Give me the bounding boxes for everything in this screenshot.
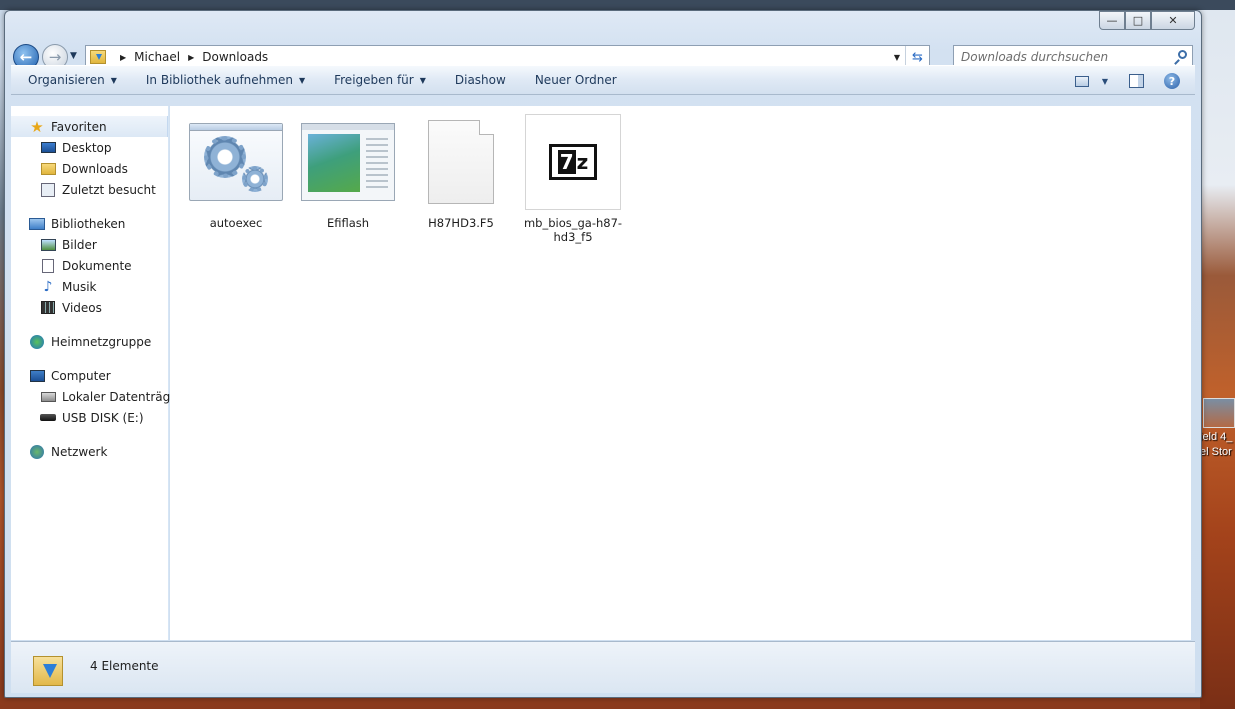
change-view-button[interactable] bbox=[1067, 69, 1097, 93]
file-name: mb_bios_ga-h87-hd3_f5 bbox=[523, 216, 623, 244]
views-icon bbox=[1075, 75, 1089, 87]
organize-label: Organisieren bbox=[28, 73, 105, 87]
share-with-menu[interactable]: Freigeben für ▼ bbox=[317, 73, 438, 87]
sidebar-item-documents[interactable]: Dokumente bbox=[11, 255, 168, 276]
desktop-shortcut-label[interactable]: ield 4_ el Stor bbox=[1200, 430, 1235, 460]
sidebar-item-libraries[interactable]: Bibliotheken bbox=[11, 213, 168, 234]
search-icon[interactable] bbox=[1173, 50, 1187, 65]
pictures-icon bbox=[40, 238, 56, 251]
hard-drive-icon bbox=[40, 391, 56, 402]
file-item-autoexec[interactable]: autoexec bbox=[186, 114, 286, 230]
favorites-group: ★ Favoriten Desktop Downloads Zuletzt be… bbox=[11, 106, 168, 200]
breadcrumb-item-downloads[interactable]: Downloads bbox=[202, 50, 268, 64]
file-name: Efiflash bbox=[326, 216, 370, 230]
preview-pane-icon bbox=[1128, 74, 1144, 88]
sidebar-item-recent-places[interactable]: Zuletzt besucht bbox=[11, 179, 168, 200]
toolbar-right-controls: ▼ ? bbox=[1067, 66, 1195, 96]
chevron-right-icon[interactable]: ▶ bbox=[188, 53, 194, 62]
desktop-taskbar-strip bbox=[0, 0, 1235, 10]
breadcrumb-item-michael[interactable]: Michael bbox=[134, 50, 180, 64]
chevron-down-icon: ▼ bbox=[110, 75, 117, 85]
sidebar-item-homegroup[interactable]: Heimnetzgruppe bbox=[11, 331, 168, 352]
sidebar-item-network[interactable]: Netzwerk bbox=[11, 441, 168, 462]
sidebar-item-desktop[interactable]: Desktop bbox=[11, 137, 168, 158]
preview-pane-button[interactable] bbox=[1121, 69, 1151, 93]
maximize-button[interactable]: □ bbox=[1125, 11, 1151, 30]
file-item-h87hd3[interactable]: H87HD3.F5 bbox=[411, 114, 511, 230]
sidebar-item-computer[interactable]: Computer bbox=[11, 365, 168, 386]
navigation-pane: ★ Favoriten Desktop Downloads Zuletzt be… bbox=[11, 106, 183, 640]
network-icon bbox=[30, 444, 44, 459]
chevron-down-icon: ▼ bbox=[298, 75, 306, 85]
file-list-view[interactable]: autoexec Efiflash H87HD3.F5 7z mb_bios_g… bbox=[170, 106, 1191, 640]
close-button[interactable]: ✕ bbox=[1151, 11, 1195, 30]
usb-drive-icon bbox=[40, 414, 56, 421]
blank-file-icon bbox=[413, 114, 509, 210]
new-folder-button[interactable]: Neuer Ordner bbox=[518, 73, 629, 87]
include-library-label: In Bibliothek aufnehmen bbox=[145, 73, 293, 87]
application-icon bbox=[300, 114, 396, 210]
music-note-icon: ♪ bbox=[43, 278, 53, 295]
downloads-folder-icon bbox=[90, 50, 106, 64]
chevron-down-icon: ▼ bbox=[419, 75, 426, 85]
organize-menu[interactable]: Organisieren ▼ bbox=[11, 73, 129, 87]
sidebar-item-music[interactable]: ♪ Musik bbox=[11, 276, 168, 297]
homegroup-icon bbox=[30, 334, 44, 349]
sidebar-item-downloads[interactable]: Downloads bbox=[11, 158, 168, 179]
file-name: autoexec bbox=[209, 216, 263, 230]
sidebar-item-pictures[interactable]: Bilder bbox=[11, 234, 168, 255]
chevron-down-icon: ▼ bbox=[1101, 76, 1109, 86]
chevron-right-icon[interactable]: ▶ bbox=[120, 53, 126, 62]
caption-buttons: — □ ✕ bbox=[1099, 11, 1195, 30]
7z-archive-icon: 7z bbox=[525, 114, 621, 210]
minimize-button[interactable]: — bbox=[1099, 11, 1125, 30]
computer-icon bbox=[29, 369, 45, 382]
gear-icon bbox=[188, 114, 284, 210]
file-name: H87HD3.F5 bbox=[428, 216, 494, 230]
sidebar-item-favorites[interactable]: ★ Favoriten bbox=[11, 116, 168, 137]
computer-group: Computer Lokaler Datenträger USB DISK (E… bbox=[11, 365, 183, 428]
desktop-shortcut-icon[interactable] bbox=[1203, 398, 1235, 428]
file-item-mb-bios[interactable]: 7z mb_bios_ga-h87-hd3_f5 bbox=[523, 114, 623, 244]
star-icon: ★ bbox=[30, 117, 44, 136]
downloads-folder-icon bbox=[40, 162, 56, 175]
desktop-background bbox=[1200, 10, 1235, 709]
search-placeholder: Downloads durchsuchen bbox=[961, 50, 1109, 64]
sidebar-item-videos[interactable]: Videos bbox=[11, 297, 168, 318]
homegroup-group: Heimnetzgruppe bbox=[11, 331, 168, 352]
item-count: 4 Elemente bbox=[90, 659, 159, 673]
recent-pages-dropdown[interactable]: ▼ bbox=[70, 51, 77, 61]
film-strip-icon bbox=[41, 301, 55, 314]
help-icon: ? bbox=[1164, 73, 1180, 89]
details-pane: 4 Elemente bbox=[11, 641, 1195, 693]
command-bar: Organisieren ▼ In Bibliothek aufnehmen ▼ F… bbox=[11, 65, 1195, 95]
more-views-dropdown[interactable]: ▼ bbox=[1097, 69, 1113, 93]
desktop-icon bbox=[40, 142, 56, 153]
slideshow-button[interactable]: Diashow bbox=[438, 73, 518, 87]
downloads-folder-icon bbox=[33, 648, 67, 688]
share-with-label: Freigeben für bbox=[334, 73, 414, 87]
recent-places-icon bbox=[41, 182, 55, 197]
libraries-group: Bibliotheken Bilder Dokumente ♪ Musik Vi… bbox=[11, 213, 168, 318]
sidebar-item-usb-disk[interactable]: USB DISK (E:) bbox=[11, 407, 168, 428]
help-button[interactable]: ? bbox=[1157, 69, 1187, 93]
sidebar-item-local-disk[interactable]: Lokaler Datenträger bbox=[11, 386, 183, 407]
documents-icon bbox=[42, 258, 54, 273]
network-group: Netzwerk bbox=[11, 441, 168, 462]
file-item-efiflash[interactable]: Efiflash bbox=[298, 114, 398, 230]
include-in-library-menu[interactable]: In Bibliothek aufnehmen ▼ bbox=[129, 73, 317, 87]
libraries-icon bbox=[29, 217, 45, 230]
